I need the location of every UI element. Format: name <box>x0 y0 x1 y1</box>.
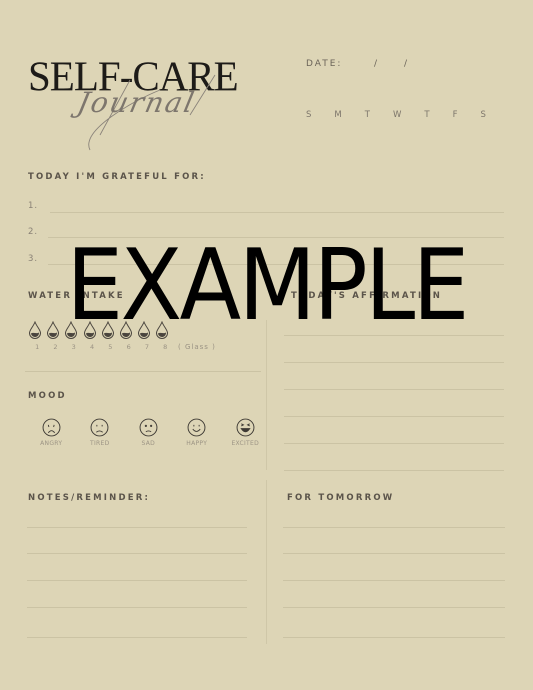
mood-option-happy[interactable]: HAPPY <box>173 418 222 447</box>
tomorrow-heading: FOR TOMORROW <box>287 493 395 503</box>
water-drop-icon[interactable] <box>28 321 42 339</box>
date-field[interactable] <box>342 60 434 72</box>
sad-face-icon <box>139 418 158 437</box>
water-drop-icon[interactable] <box>101 321 115 339</box>
affirmation-line[interactable] <box>284 416 504 417</box>
water-glass-number: 1 <box>35 343 40 351</box>
water-drop-icon[interactable] <box>64 321 78 339</box>
water-glass-number: 5 <box>108 343 113 351</box>
mood-options: ANGRY TIRED SAD HAPPY EXCITED <box>27 418 270 447</box>
water-drop-icon[interactable] <box>46 321 60 339</box>
happy-face-icon <box>187 418 206 437</box>
notes-line[interactable] <box>27 580 247 581</box>
weekday-saturday[interactable]: S <box>481 110 486 120</box>
mood-option-angry[interactable]: ANGRY <box>27 418 76 447</box>
affirmation-line[interactable] <box>284 443 504 444</box>
mood-label: TIRED <box>89 440 110 447</box>
grateful-item-number: 2. <box>28 227 39 237</box>
tomorrow-line[interactable] <box>283 607 505 608</box>
tomorrow-line[interactable] <box>283 553 505 554</box>
grateful-line-3[interactable] <box>48 264 504 265</box>
water-drops <box>28 321 169 339</box>
grateful-item-number: 1. <box>28 201 39 211</box>
water-unit-label: ( Glass ) <box>178 343 216 351</box>
affirmation-line[interactable] <box>284 335 504 336</box>
column-divider <box>266 320 267 470</box>
weekday-monday[interactable]: M <box>334 110 341 120</box>
mood-heading: MOOD <box>28 391 67 401</box>
date-label: DATE: <box>306 59 343 69</box>
affirmation-line[interactable] <box>284 389 504 390</box>
water-drop-numbers: 1 2 3 4 5 6 7 8 <box>28 343 174 351</box>
water-drop-icon[interactable] <box>119 321 133 339</box>
water-glass-number: 7 <box>144 343 149 351</box>
tomorrow-line[interactable] <box>283 527 505 528</box>
affirmation-heading: TODAY'S AFFIRMATION <box>291 291 443 301</box>
mood-option-excited[interactable]: EXCITED <box>221 418 270 447</box>
mood-label: HAPPY <box>186 440 208 447</box>
mood-option-sad[interactable]: SAD <box>124 418 173 447</box>
journal-subtitle: Journal <box>74 86 199 119</box>
notes-line[interactable] <box>27 637 247 638</box>
grateful-line-2[interactable] <box>48 237 504 238</box>
weekday-tuesday[interactable]: T <box>365 110 370 120</box>
water-intake-heading: WATER INTAKE <box>28 291 125 301</box>
affirmation-line[interactable] <box>284 362 504 363</box>
angry-face-icon <box>42 418 61 437</box>
water-drop-icon[interactable] <box>83 321 97 339</box>
grateful-item-number: 3. <box>28 254 39 264</box>
water-glass-number: 6 <box>126 343 131 351</box>
section-divider <box>25 371 261 372</box>
grateful-heading: TODAY I'M GRATEFUL FOR: <box>28 172 206 182</box>
water-drop-icon[interactable] <box>137 321 151 339</box>
weekday-wednesday[interactable]: W <box>393 110 401 120</box>
notes-line[interactable] <box>27 553 247 554</box>
affirmation-line[interactable] <box>284 470 504 471</box>
weekday-sunday[interactable]: S <box>306 110 311 120</box>
grateful-line-1[interactable] <box>50 212 504 213</box>
tomorrow-line[interactable] <box>283 580 505 581</box>
water-glass-number: 3 <box>71 343 76 351</box>
water-glass-number: 4 <box>89 343 95 351</box>
tomorrow-line[interactable] <box>283 637 505 638</box>
mood-label: EXCITED <box>231 440 260 447</box>
tired-face-icon <box>90 418 109 437</box>
mood-label: ANGRY <box>40 440 63 447</box>
notes-line[interactable] <box>27 607 247 608</box>
column-divider <box>266 480 267 644</box>
mood-label: SAD <box>141 440 156 447</box>
excited-face-icon <box>236 418 255 437</box>
mood-option-tired[interactable]: TIRED <box>76 418 125 447</box>
weekday-friday[interactable]: F <box>453 110 458 120</box>
water-drop-icon[interactable] <box>155 321 169 339</box>
weekday-selector: S M T W T F S <box>306 110 486 120</box>
water-glass-number: 8 <box>163 343 168 351</box>
water-glass-number: 2 <box>53 343 58 351</box>
notes-line[interactable] <box>27 527 247 528</box>
notes-heading: NOTES/REMINDER: <box>28 493 151 503</box>
weekday-thursday[interactable]: T <box>424 110 429 120</box>
